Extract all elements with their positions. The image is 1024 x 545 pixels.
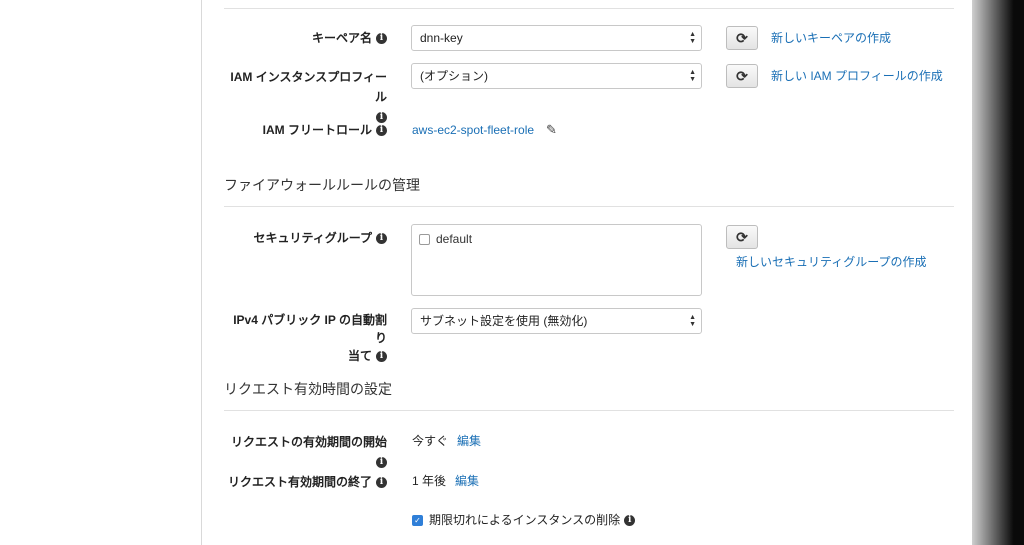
refresh-icon: ⟳ bbox=[736, 30, 748, 46]
info-icon[interactable]: i bbox=[376, 233, 387, 245]
info-icon[interactable]: i bbox=[376, 125, 387, 137]
top-divider bbox=[224, 8, 954, 9]
right-edge-shadow bbox=[972, 0, 1024, 545]
request-end-label-row: リクエスト有効期間の終了 i bbox=[224, 472, 387, 492]
create-keypair-link[interactable]: 新しいキーペアの作成 bbox=[771, 28, 891, 48]
keypair-select-value: dnn-key bbox=[420, 31, 463, 45]
iam-profile-label: IAM インスタンスプロフィール bbox=[230, 70, 387, 104]
request-start-label: リクエストの有効期間の開始 bbox=[230, 435, 387, 449]
create-iam-profile-link[interactable]: 新しい IAM プロフィールの作成 bbox=[771, 66, 943, 86]
request-divider bbox=[224, 410, 954, 411]
public-ip-select[interactable]: サブネット設定を使用 (無効化) ▲ ▼ bbox=[411, 308, 702, 334]
iam-profile-refresh-button[interactable]: ⟳ bbox=[726, 64, 758, 88]
terminate-on-expire-label: 期限切れによるインスタンスの削除 bbox=[429, 513, 621, 527]
security-group-refresh-button[interactable]: ⟳ bbox=[726, 225, 758, 249]
keypair-label-row: キーペア名 i bbox=[224, 28, 387, 48]
iam-fleet-role-label-row: IAM フリートロール i bbox=[224, 120, 387, 140]
request-end-edit-link[interactable]: 編集 bbox=[455, 471, 479, 491]
spot-fleet-config-panel: キーペア名 i dnn-key ▲ ▼ ⟳ 新しいキーペアの作成 IAM インスタン… bbox=[202, 0, 972, 545]
keypair-refresh-button[interactable]: ⟳ bbox=[726, 26, 758, 50]
request-start-label-row: リクエストの有効期間の開始 i bbox=[224, 432, 387, 472]
terminate-on-expire-row[interactable]: ✓ 期限切れによるインスタンスの削除 i bbox=[412, 510, 636, 530]
security-group-label: セキュリティグループ bbox=[253, 231, 372, 245]
request-start-value: 今すぐ bbox=[412, 434, 449, 448]
iam-fleet-role-link[interactable]: aws-ec2-spot-fleet-role ✎ bbox=[412, 120, 557, 140]
security-group-option[interactable]: default bbox=[419, 231, 472, 247]
info-icon[interactable]: i bbox=[376, 477, 387, 489]
keypair-label: キーペア名 bbox=[311, 31, 372, 45]
checkbox-checked-icon[interactable]: ✓ bbox=[412, 515, 423, 527]
info-icon[interactable]: i bbox=[624, 515, 636, 527]
public-ip-label-line2: 当て bbox=[347, 349, 372, 363]
public-ip-label-line1: IPv4 パブリック IP の自動割り bbox=[233, 313, 387, 345]
request-end-label: リクエスト有効期間の終了 bbox=[227, 475, 372, 489]
iam-fleet-role-value: aws-ec2-spot-fleet-role bbox=[412, 123, 535, 137]
info-icon[interactable]: i bbox=[376, 351, 387, 363]
request-section-title: リクエスト有効時間の設定 bbox=[224, 381, 392, 397]
public-ip-label-row: IPv4 パブリック IP の自動割り 当て i bbox=[224, 311, 387, 365]
firewall-section-title: ファイアウォールルールの管理 bbox=[224, 177, 420, 193]
refresh-icon: ⟳ bbox=[736, 68, 748, 84]
security-group-list[interactable]: default bbox=[411, 224, 702, 296]
checkbox-icon[interactable] bbox=[419, 234, 430, 246]
pencil-icon[interactable]: ✎ bbox=[546, 120, 557, 140]
iam-profile-label-row: IAM インスタンスプロフィール i bbox=[224, 67, 387, 127]
select-arrows-icon: ▲ ▼ bbox=[689, 69, 696, 83]
security-group-option-label: default bbox=[436, 232, 473, 246]
refresh-icon: ⟳ bbox=[736, 229, 748, 245]
public-ip-select-value: サブネット設定を使用 (無効化) bbox=[420, 314, 588, 328]
create-security-group-link[interactable]: 新しいセキュリティグループの作成 bbox=[736, 252, 927, 272]
iam-profile-select-value: (オプション) bbox=[420, 69, 488, 83]
select-arrows-icon: ▲ ▼ bbox=[689, 31, 696, 45]
select-arrows-icon: ▲ ▼ bbox=[689, 314, 696, 328]
security-group-label-row: セキュリティグループ i bbox=[224, 228, 387, 248]
iam-profile-select[interactable]: (オプション) ▲ ▼ bbox=[411, 63, 702, 89]
info-icon[interactable]: i bbox=[376, 457, 387, 469]
firewall-divider bbox=[224, 206, 954, 207]
request-start-edit-link[interactable]: 編集 bbox=[457, 431, 481, 451]
info-icon[interactable]: i bbox=[376, 33, 387, 45]
request-end-value: 1 年後 bbox=[412, 474, 447, 488]
iam-fleet-role-label: IAM フリートロール bbox=[262, 123, 372, 137]
left-gutter bbox=[0, 0, 202, 545]
keypair-select[interactable]: dnn-key ▲ ▼ bbox=[411, 25, 702, 51]
